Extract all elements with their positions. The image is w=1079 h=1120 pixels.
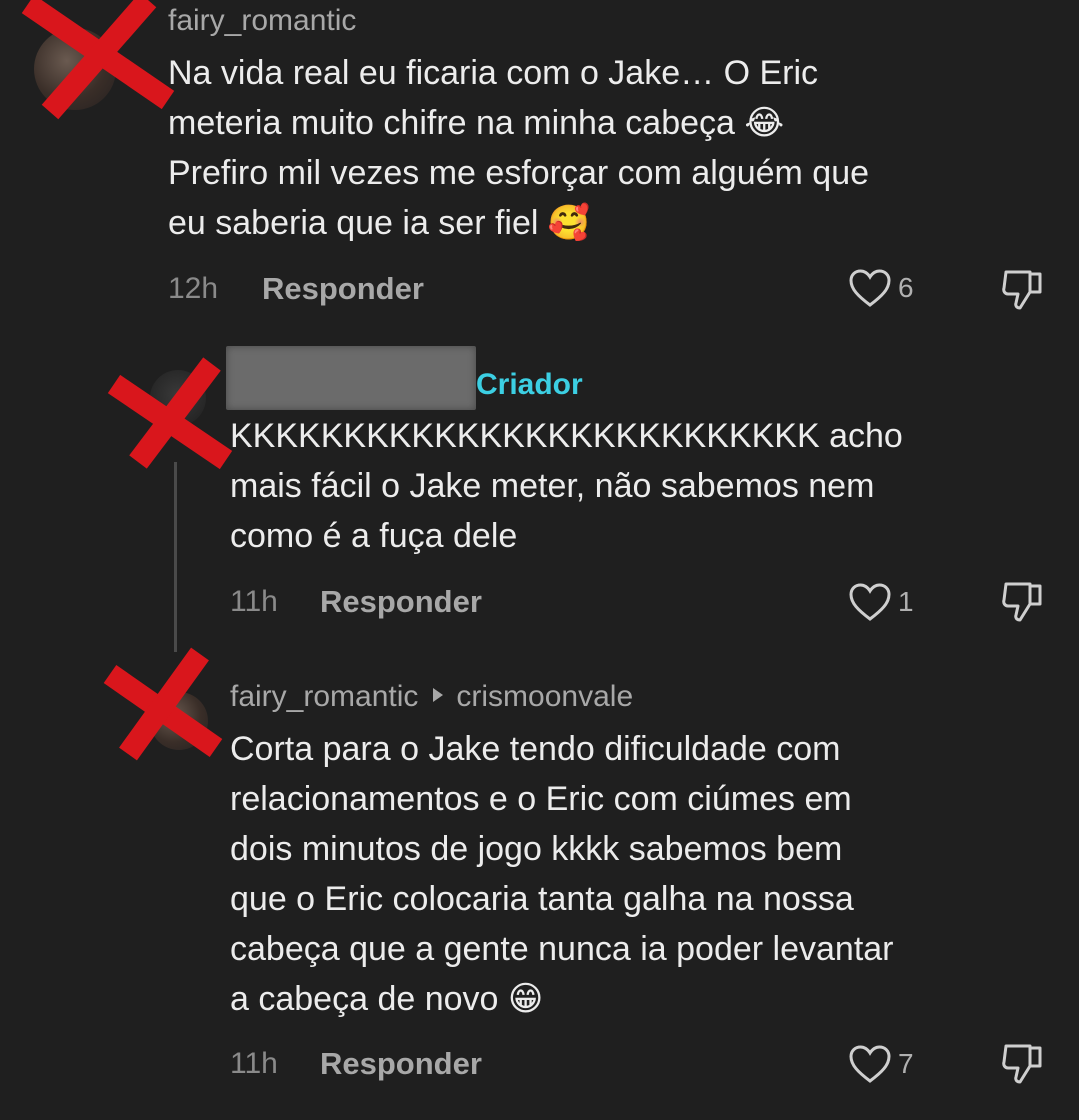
like-count: 1 bbox=[898, 586, 914, 617]
reply-button[interactable]: Responder bbox=[320, 584, 482, 620]
reply-to-username[interactable]: crismoonvale bbox=[456, 680, 633, 713]
comment-username[interactable]: fairy_romantic bbox=[168, 4, 356, 38]
thread-line bbox=[174, 462, 177, 652]
creator-badge: Criador bbox=[476, 368, 583, 401]
comment-username: fairy_romantic crismoonvale bbox=[230, 680, 633, 714]
comment-text: Na vida real eu ficaria com o Jake… O Er… bbox=[168, 48, 869, 248]
comment-text-part: Na vida real eu ficaria com o Jake… O Er… bbox=[168, 54, 819, 142]
emoji-hearts: 🥰 bbox=[547, 203, 591, 243]
comment-text: KKKKKKKKKKKKKKKKKKKKKKKKKK acho mais fác… bbox=[230, 417, 903, 555]
x-mark-icon bbox=[21, 0, 175, 120]
like-button[interactable]: 1 bbox=[848, 582, 914, 622]
x-mark-icon bbox=[107, 357, 233, 470]
comment-time: 12h bbox=[168, 272, 219, 305]
comment-time: 11h bbox=[230, 585, 278, 618]
username-link[interactable]: fairy_romantic bbox=[230, 680, 418, 713]
comment-text-part: Prefiro mil vezes me esforçar com alguém… bbox=[168, 154, 870, 242]
emoji-grin: 😁 bbox=[507, 979, 544, 1019]
comment-text: Corta para o Jake tendo dificuldade com … bbox=[230, 724, 894, 1024]
reply-button[interactable]: Responder bbox=[320, 1046, 482, 1082]
dislike-icon[interactable] bbox=[1000, 580, 1046, 624]
dislike-icon[interactable] bbox=[1000, 268, 1046, 312]
dislike-icon[interactable] bbox=[1000, 1042, 1046, 1086]
x-mark-icon bbox=[103, 647, 223, 761]
heart-icon bbox=[849, 269, 891, 307]
like-button[interactable]: 7 bbox=[848, 1044, 914, 1084]
redacted-username bbox=[226, 346, 476, 410]
like-count: 7 bbox=[898, 1048, 914, 1079]
like-button[interactable]: 6 bbox=[848, 268, 914, 308]
emoji-laugh: 😂 bbox=[744, 103, 785, 143]
comment-time: 11h bbox=[230, 1047, 278, 1080]
reply-button[interactable]: Responder bbox=[262, 271, 424, 307]
comment-text-part: Corta para o Jake tendo dificuldade com … bbox=[230, 730, 894, 1018]
heart-icon bbox=[849, 1045, 891, 1083]
like-count: 6 bbox=[898, 272, 914, 303]
play-arrow-icon bbox=[433, 688, 444, 702]
heart-icon bbox=[849, 583, 891, 621]
